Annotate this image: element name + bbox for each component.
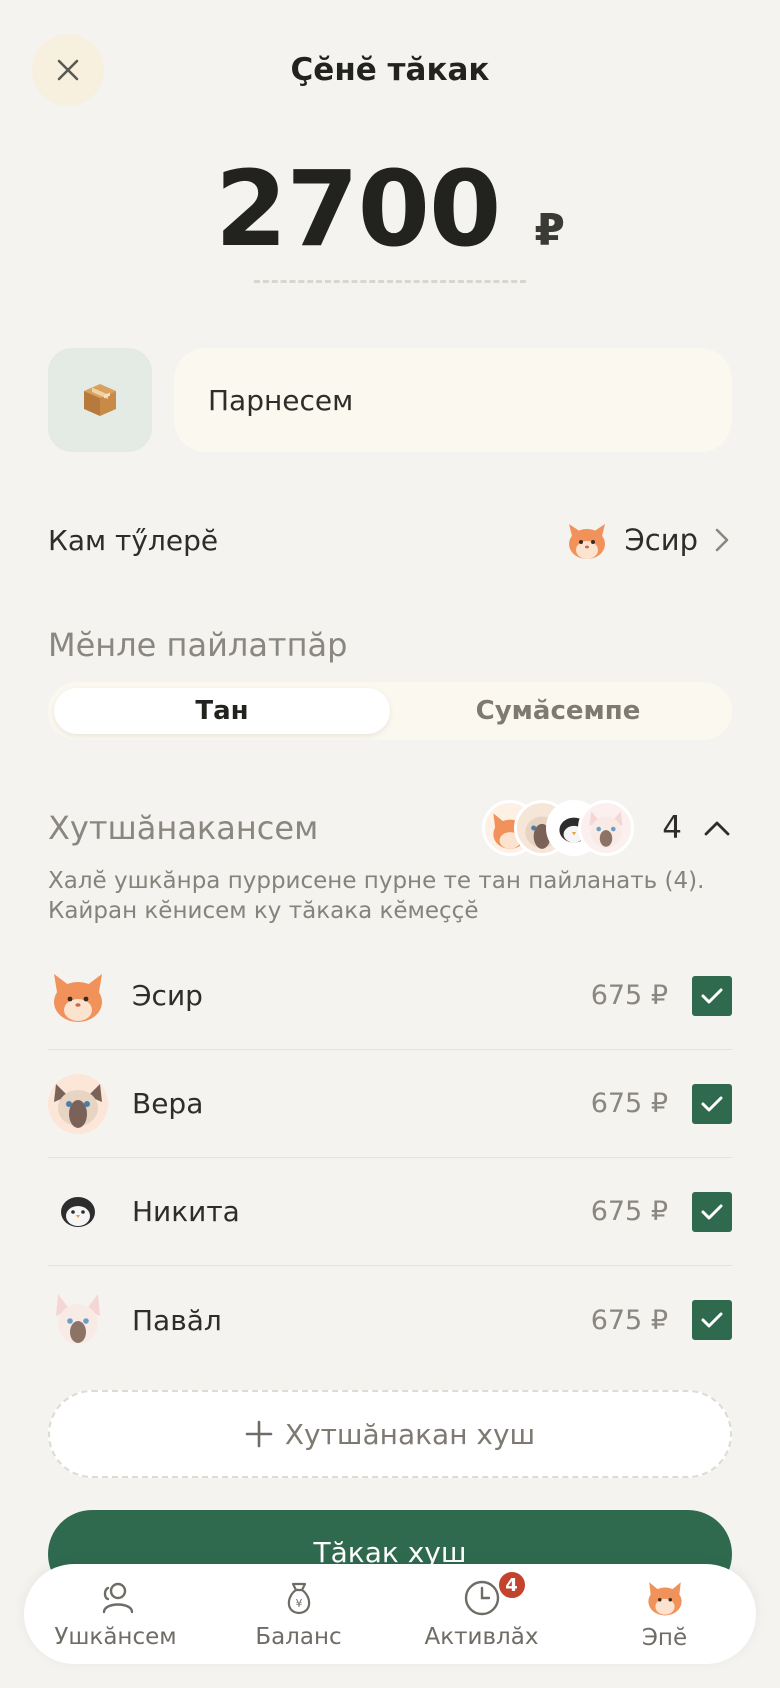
payer-selector[interactable]: Эсир	[563, 516, 732, 564]
tab-activity[interactable]: 4 Активлӑх	[397, 1570, 567, 1650]
svg-text:¥: ¥	[295, 1597, 302, 1610]
participants-title: Хутшӑнакансем	[48, 809, 319, 847]
participants-count: 4	[662, 810, 682, 846]
clock-icon	[464, 1580, 499, 1616]
people-icon	[102, 1582, 133, 1614]
checkmark-icon	[701, 1204, 723, 1219]
tab-groups[interactable]: Ушкӑнсем	[31, 1578, 201, 1650]
money-bag-icon: ¥	[287, 1582, 310, 1615]
tab-groups-label: Ушкӑнсем	[54, 1624, 177, 1650]
list-item[interactable]: Павӑл 675 ₽	[48, 1266, 732, 1374]
chevron-up-icon	[704, 821, 730, 836]
plus-icon	[245, 1420, 273, 1448]
penguin-icon	[61, 1196, 95, 1227]
participant-amount: 675 ₽	[590, 980, 668, 1011]
notification-badge: 4	[496, 1570, 527, 1600]
participants-list: Эсир 675 ₽ Вера 675 ₽ Никита 675 ₽ Павӑл…	[48, 942, 732, 1374]
split-option-equal[interactable]: Тан	[54, 688, 390, 734]
add-participant-label: Хутшӑнакан хуш	[284, 1417, 536, 1451]
tab-balance-label: Баланс	[255, 1624, 342, 1650]
participants-header: Хутшӑнакансем 4	[48, 798, 732, 858]
tab-profile[interactable]: Эпӗ	[580, 1577, 750, 1651]
orange-cat-icon	[568, 524, 605, 559]
list-item[interactable]: Эсир 675 ₽	[48, 942, 732, 1050]
split-label: Мӗнле пайлатпӑр	[48, 626, 348, 664]
bottom-tab-bar: Ушкӑнсем ¥ Баланс 4 Активлӑх Эпӗ	[24, 1564, 756, 1664]
white-cat-icon	[581, 803, 632, 853]
participant-name: Вера	[132, 1087, 204, 1120]
description-field[interactable]: Парнесем	[174, 348, 732, 452]
chevron-right-icon	[715, 528, 729, 552]
orange-cat-icon	[54, 973, 102, 1022]
participant-checkbox[interactable]	[692, 1300, 732, 1340]
participant-checkbox[interactable]	[692, 1083, 732, 1124]
list-item[interactable]: Вера 675 ₽	[48, 1050, 732, 1158]
list-item[interactable]: Никита 675 ₽	[48, 1158, 732, 1266]
payer-label: Кам тӳлерӗ	[48, 523, 219, 557]
participant-checkbox[interactable]	[692, 975, 732, 1016]
white-cat-icon	[56, 1294, 100, 1344]
participants-toggle[interactable]: 4	[482, 800, 732, 856]
tab-activity-label: Активлӑх	[424, 1624, 539, 1650]
currency-symbol: ₽	[534, 205, 566, 256]
participant-amount: 675 ₽	[590, 1196, 668, 1227]
orange-cat-icon	[647, 1582, 682, 1616]
tab-profile-label: Эпӗ	[641, 1625, 688, 1651]
amount-underline	[254, 280, 526, 283]
split-option-amounts[interactable]: Сумӑсемпе	[390, 688, 726, 734]
participant-name: Эсир	[132, 979, 203, 1012]
add-participant-button[interactable]: Хутшӑнакан хуш	[48, 1390, 732, 1478]
participants-hint: Халӗ ушкӑнра пуррисене пурне те тан пайл…	[48, 868, 705, 924]
page-title: Ҫӗнӗ тӑкак	[290, 52, 490, 88]
amount-input[interactable]: 2700 ₽	[0, 148, 780, 270]
description-value: Парнесем	[208, 383, 354, 417]
participant-amount: 675 ₽	[590, 1304, 668, 1336]
category-button[interactable]	[48, 348, 152, 452]
checkmark-icon	[701, 988, 723, 1003]
avatar	[578, 800, 635, 856]
amount-value: 2700	[214, 148, 501, 270]
checkmark-icon	[701, 1096, 723, 1111]
package-icon	[84, 384, 116, 416]
payer-name: Эсир	[624, 523, 698, 557]
payer-row[interactable]: Кам тӳлерӗ Эсир	[48, 500, 732, 580]
participant-name: Никита	[132, 1195, 240, 1228]
siamese-cat-icon	[48, 1073, 108, 1134]
participant-checkbox[interactable]	[692, 1191, 732, 1232]
avatar-stack	[482, 800, 635, 856]
split-segmented-control: Тан Сумӑсемпе	[48, 682, 732, 740]
tab-balance[interactable]: ¥ Баланс	[214, 1578, 384, 1650]
participant-name: Павӑл	[132, 1303, 222, 1337]
participant-amount: 675 ₽	[590, 1088, 668, 1119]
checkmark-icon	[701, 1312, 723, 1328]
